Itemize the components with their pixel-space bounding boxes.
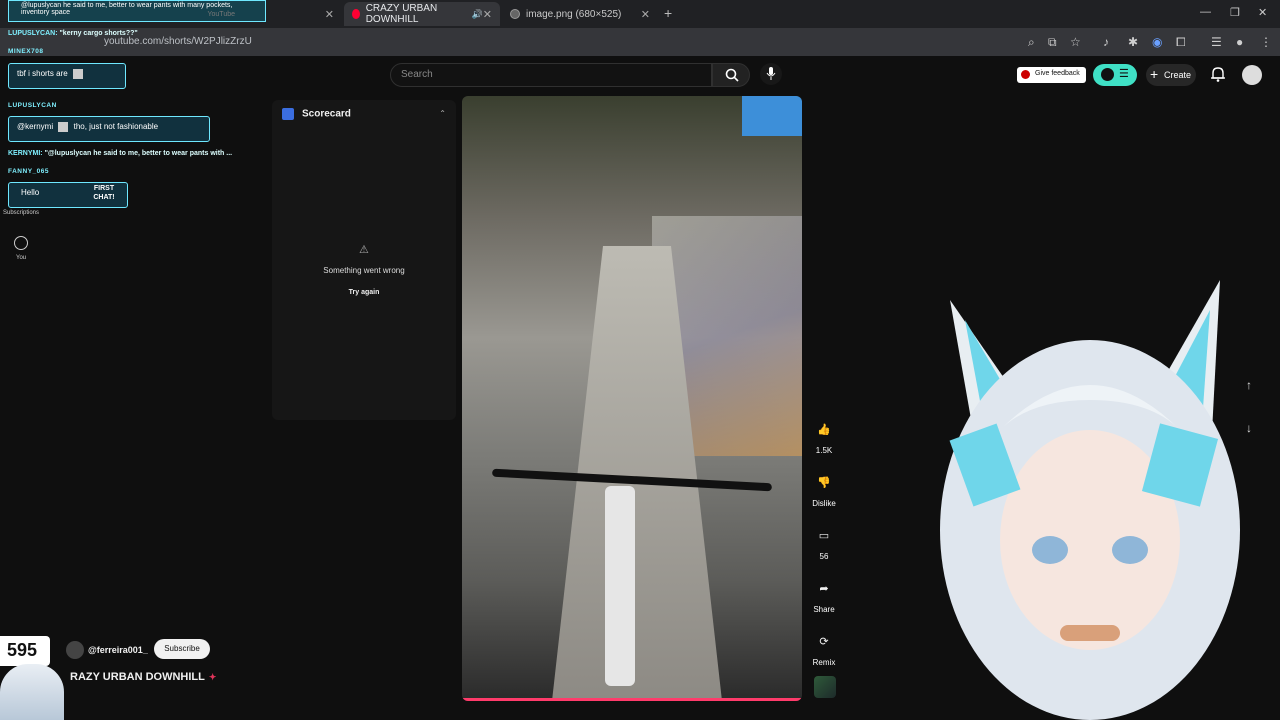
video-bike-fork	[605, 486, 635, 686]
first-chat-badge: FIRST CHAT!	[93, 185, 115, 201]
close-tab-icon[interactable]: ✕	[641, 8, 650, 21]
chat-bubble: tbf i shorts are	[8, 63, 126, 89]
browser-tab-active[interactable]: CRAZY URBAN DOWNHILL 🔊 ✕	[344, 2, 500, 26]
avatar-left-eye	[1032, 536, 1068, 564]
chat-line: KERNYMI: "@lupuslycan he said to me, bet…	[8, 150, 233, 157]
chat-username: FANNY_065	[8, 168, 49, 175]
browser-tab[interactable]: ✕	[270, 2, 342, 26]
close-tab-icon[interactable]: ✕	[325, 8, 334, 21]
audio-thumbnail[interactable]	[814, 676, 836, 698]
chat-line: LUPUSLYCAN: "kerny cargo shorts??"	[8, 30, 138, 37]
close-window-icon[interactable]: ✕	[1258, 6, 1267, 19]
install-icon[interactable]: ⧉	[1048, 35, 1057, 50]
subscribe-button[interactable]: Subscribe	[154, 639, 210, 659]
emote-icon	[58, 122, 69, 132]
viewer-count: 595	[0, 636, 50, 666]
share-arrow-icon: ➦	[819, 582, 829, 595]
vtuber-avatar	[940, 280, 1240, 720]
avatar-right-eye	[1112, 536, 1148, 564]
channel-avatar[interactable]	[66, 641, 84, 659]
remix-icon: ⟳	[819, 635, 829, 648]
you-icon[interactable]	[14, 236, 28, 250]
share-button[interactable]: ➦ Share	[806, 575, 842, 615]
warning-icon: ⚠	[359, 244, 369, 256]
close-tab-icon[interactable]: ✕	[483, 8, 492, 21]
menu-icon: ☰	[1119, 68, 1129, 80]
chat-username: MINEX708	[8, 48, 44, 55]
plus-icon: +	[1150, 66, 1159, 82]
chat-username: LUPUSLYCAN	[8, 102, 57, 109]
voice-search-button[interactable]	[760, 63, 782, 85]
avatar-choker	[1060, 625, 1120, 641]
chibi-mascot	[0, 664, 64, 720]
address-bar: youtube.com/shorts/W2PJlizZrzU ⌕ ⧉ ☆ ♪ ✱…	[0, 28, 1280, 56]
notifications-bell-icon[interactable]	[1211, 66, 1225, 82]
minimize-icon[interactable]: —	[1200, 6, 1211, 18]
chat-bubble: @kernymi tho, just not fashionable	[8, 116, 210, 142]
extension-logo-icon	[1101, 68, 1114, 81]
browser-tab[interactable]: image.png (680×525) ✕	[502, 2, 658, 26]
scorecard-logo-icon	[282, 108, 294, 120]
thumbs-down-icon: 👎	[817, 476, 831, 489]
menu-kebab-icon[interactable]: ⋮	[1260, 35, 1272, 49]
search-icon	[725, 68, 739, 82]
zoom-icon[interactable]: ⌕	[1028, 35, 1035, 50]
comments-button[interactable]: ▭ 56	[806, 522, 842, 562]
feedback-icon	[1021, 70, 1030, 79]
tab-search-icon[interactable]: ☰	[1211, 35, 1222, 49]
scorecard-panel: Scorecard ⌃ ⚠ Something went wrong Try a…	[272, 100, 456, 420]
video-sky	[742, 96, 802, 136]
chat-highlight-message: @lupuslycan he said to me, better to wea…	[8, 0, 266, 22]
thumbs-up-icon: 👍	[817, 423, 831, 436]
microphone-icon	[766, 67, 776, 80]
video-progress-bar[interactable]	[462, 698, 802, 701]
sidebar-item-subscriptions[interactable]: Subscriptions	[3, 210, 39, 216]
url-field[interactable]: youtube.com/shorts/W2PJlizZrzU	[104, 36, 252, 47]
sidebar-item-you[interactable]: You	[16, 255, 26, 261]
restore-icon[interactable]: ❐	[1230, 6, 1240, 19]
channel-info[interactable]: @ferreira001_	[66, 641, 148, 659]
fire-icon: ✦	[208, 672, 217, 682]
profile-icon[interactable]: ●	[1236, 35, 1243, 49]
account-avatar[interactable]	[1242, 65, 1262, 85]
extension-icon[interactable]: ◉	[1152, 35, 1162, 49]
extension-icon[interactable]: ✱	[1128, 35, 1138, 49]
extension-button[interactable]: ☰	[1093, 64, 1137, 86]
like-button[interactable]: 👍 1.5K	[806, 416, 842, 456]
dislike-button[interactable]: 👎 Dislike	[806, 469, 842, 509]
create-button[interactable]: + Create	[1146, 64, 1196, 86]
search-input[interactable]: Search	[390, 63, 712, 87]
globe-icon	[510, 9, 520, 19]
give-feedback-button[interactable]: Give feedback	[1017, 67, 1086, 83]
scorecard-header: Scorecard	[282, 108, 351, 120]
bookmark-star-icon[interactable]: ☆	[1070, 35, 1081, 49]
shorts-video-player[interactable]	[462, 96, 802, 701]
emote-icon	[72, 69, 83, 79]
video-title: RAZY URBAN DOWNHILL ✦	[70, 671, 217, 683]
collapse-chevron-icon[interactable]: ⌃	[439, 109, 446, 118]
new-tab-icon[interactable]: +	[664, 5, 672, 21]
media-icon[interactable]: ♪	[1103, 35, 1109, 49]
search-button[interactable]	[712, 63, 750, 87]
youtube-icon	[352, 9, 360, 19]
speaker-icon[interactable]: 🔊	[472, 9, 483, 20]
puzzle-icon[interactable]: ⧠	[1176, 35, 1186, 50]
comment-icon: ▭	[818, 529, 830, 542]
error-message: Something went wrong	[323, 266, 405, 275]
try-again-button[interactable]: Try again	[272, 289, 456, 296]
remix-button[interactable]: ⟳ Remix	[806, 628, 842, 668]
